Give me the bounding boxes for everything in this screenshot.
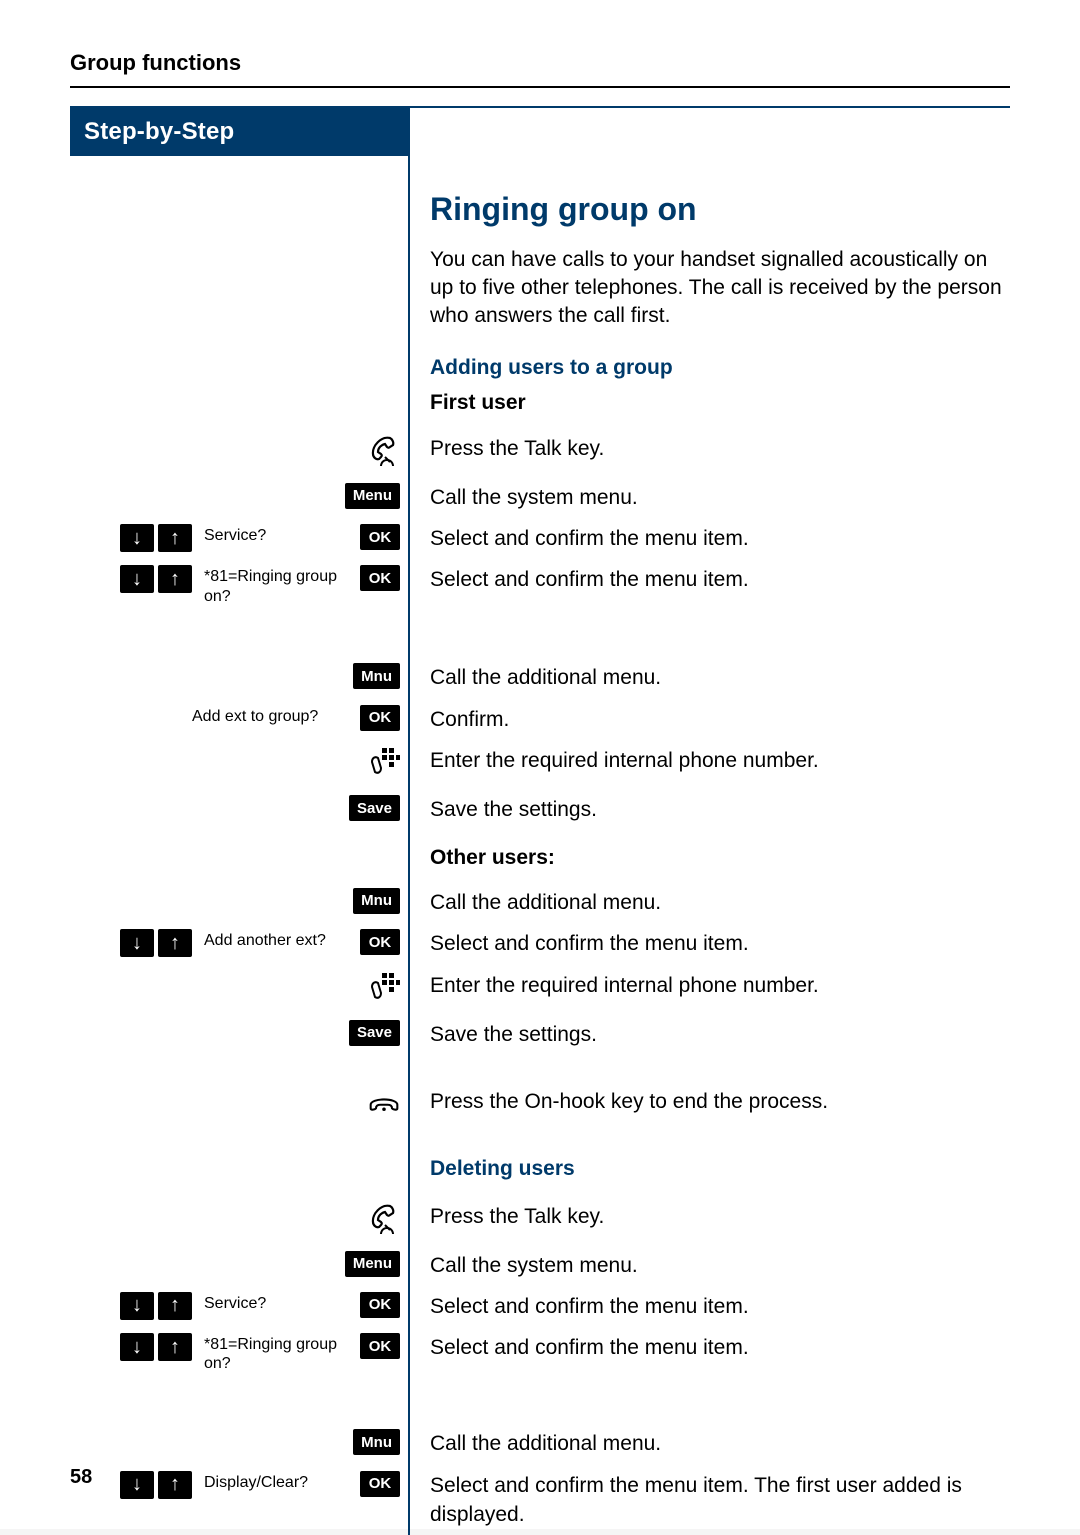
up-arrow-icon: ↑ — [158, 1292, 192, 1320]
down-arrow-icon: ↓ — [120, 1333, 154, 1361]
document-page: Group functions Step-by-Step Ringing gro… — [0, 0, 1080, 1529]
intro-paragraph: You can have calls to your handset signa… — [430, 246, 1010, 331]
menu-prompt: *81=Ringing group on? — [198, 1333, 356, 1373]
page-number: 58 — [70, 1466, 92, 1489]
mnu-badge: Mnu — [353, 1429, 400, 1455]
up-down-arrows: ↓ ↑ — [120, 524, 194, 552]
instruction-text: Call the system menu. — [410, 1245, 1010, 1286]
instruction-text: Enter the required internal phone number… — [410, 965, 1010, 1014]
instruction-text: Press the Talk key. — [410, 428, 1010, 477]
subsection-deleting-users: Deleting users — [430, 1154, 1010, 1183]
up-down-arrows: ↓ ↑ — [120, 1292, 194, 1320]
instruction-text: Call the system menu. — [410, 477, 1010, 518]
up-down-arrows: ↓ ↑ — [120, 1471, 194, 1499]
instruction-text: Call the additional menu. — [410, 882, 1010, 923]
running-header: Group functions — [70, 50, 1010, 88]
save-badge: Save — [349, 1020, 400, 1046]
onhook-key-icon — [368, 1087, 400, 1124]
mnu-badge: Mnu — [353, 888, 400, 914]
instruction-text: Save the settings. — [410, 789, 1010, 830]
label-other-users: Other users: — [430, 843, 1010, 872]
ok-badge: OK — [360, 524, 400, 550]
step-by-step-banner: Step-by-Step — [70, 108, 408, 156]
down-arrow-icon: ↓ — [120, 929, 154, 957]
down-arrow-icon: ↓ — [120, 1471, 154, 1499]
menu-prompt: Service? — [198, 1292, 356, 1313]
instruction-text: Select and confirm the menu item. — [410, 1286, 1010, 1327]
keypad-icon — [368, 746, 400, 783]
menu-prompt: Add another ext? — [198, 929, 356, 950]
instruction-text: Call the additional menu. — [410, 657, 1010, 698]
up-arrow-icon: ↑ — [158, 524, 192, 552]
menu-prompt: *81=Ringing group on? — [198, 565, 356, 605]
up-arrow-icon: ↑ — [158, 565, 192, 593]
instruction-text: Enter the required internal phone number… — [410, 740, 1010, 789]
menu-prompt: Add ext to group? — [186, 705, 356, 726]
menu-prompt: Display/Clear? — [198, 1471, 356, 1492]
up-down-arrows: ↓ ↑ — [120, 565, 194, 593]
instruction-text: Select and confirm the menu item. — [410, 1327, 1010, 1395]
instruction-text: Select and confirm the menu item. The fi… — [410, 1465, 1010, 1535]
up-arrow-icon: ↑ — [158, 1471, 192, 1499]
save-badge: Save — [349, 795, 400, 821]
ok-badge: OK — [360, 565, 400, 591]
menu-prompt: Service? — [198, 524, 356, 545]
instruction-text: Save the settings. — [410, 1014, 1010, 1055]
ok-badge: OK — [360, 1292, 400, 1318]
mnu-badge: Mnu — [353, 663, 400, 689]
up-arrow-icon: ↑ — [158, 929, 192, 957]
instruction-text: Call the additional menu. — [410, 1423, 1010, 1464]
keypad-icon — [368, 971, 400, 1008]
talk-key-icon — [368, 1202, 400, 1239]
menu-badge: Menu — [345, 1251, 400, 1277]
talk-key-icon — [368, 434, 400, 471]
down-arrow-icon: ↓ — [120, 524, 154, 552]
instruction-text: Select and confirm the menu item. — [410, 518, 1010, 559]
instruction-text: Select and confirm the menu item. — [410, 559, 1010, 627]
up-down-arrows: ↓ ↑ — [120, 929, 194, 957]
instruction-text: Press the Talk key. — [410, 1196, 1010, 1245]
section-title: Ringing group on — [430, 187, 1010, 232]
menu-badge: Menu — [345, 483, 400, 509]
up-arrow-icon: ↑ — [158, 1333, 192, 1361]
up-down-arrows: ↓ ↑ — [120, 1333, 194, 1361]
ok-badge: OK — [360, 1333, 400, 1359]
ok-badge: OK — [360, 1471, 400, 1497]
ok-badge: OK — [360, 929, 400, 955]
content-grid: Step-by-Step Ringing group on You can ha… — [70, 108, 1010, 1535]
instruction-text: Confirm. — [410, 699, 1010, 740]
instruction-text: Press the On-hook key to end the process… — [410, 1081, 1010, 1130]
down-arrow-icon: ↓ — [120, 1292, 154, 1320]
down-arrow-icon: ↓ — [120, 565, 154, 593]
subsection-adding-users: Adding users to a group — [430, 353, 1010, 382]
ok-badge: OK — [360, 705, 400, 731]
label-first-user: First user — [430, 388, 1010, 417]
instruction-text: Select and confirm the menu item. — [410, 923, 1010, 964]
